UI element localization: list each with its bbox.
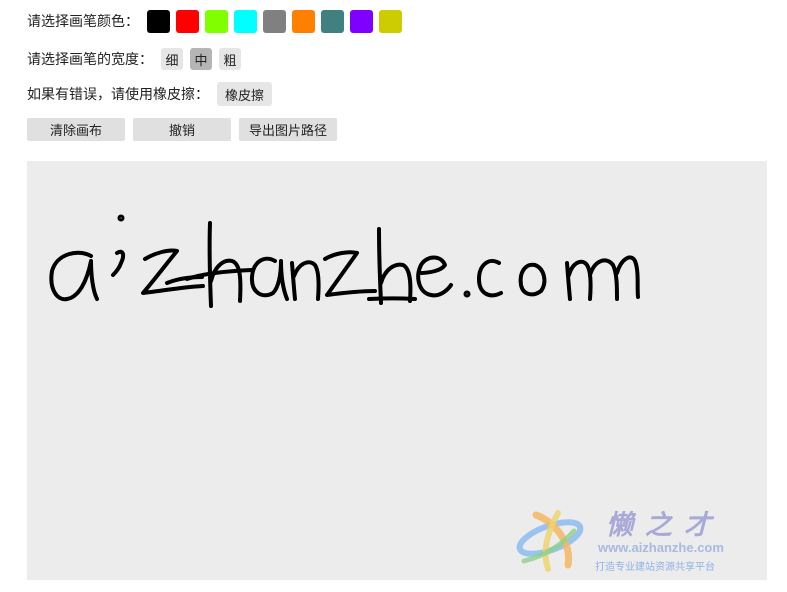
color-label: 请选择画笔颜色： <box>27 14 139 30</box>
watermark-url: www.aizhanzhe.com <box>598 540 724 555</box>
swatch-lime[interactable] <box>205 9 228 33</box>
swatch-teal[interactable] <box>321 9 344 33</box>
handwriting-strokes <box>49 214 640 308</box>
width-medium-button[interactable]: 中 <box>190 48 212 70</box>
clear-canvas-button[interactable]: 清除画布 <box>27 117 125 141</box>
swatch-gray[interactable] <box>263 9 286 33</box>
width-thin-button[interactable]: 细 <box>161 48 183 70</box>
export-image-path-button[interactable]: 导出图片路径 <box>239 117 337 141</box>
watermark-logo-icon <box>516 510 584 572</box>
watermark-title: 懒之才 <box>606 510 723 541</box>
undo-button[interactable]: 撤销 <box>133 117 231 141</box>
eraser-row: 如果有错误，请使用橡皮擦： 橡皮擦 <box>27 82 273 106</box>
swatch-black[interactable] <box>147 9 170 33</box>
color-picker-row: 请选择画笔颜色： <box>27 9 402 33</box>
swatch-olive-yellow[interactable] <box>379 9 402 33</box>
swatch-orange[interactable] <box>292 9 315 33</box>
eraser-button[interactable]: 橡皮擦 <box>217 82 273 106</box>
watermark: 懒之才 www.aizhanzhe.com 打造专业建站资源共享平台 <box>514 501 759 576</box>
swatch-purple[interactable] <box>350 9 373 33</box>
watermark-subtitle: 打造专业建站资源共享平台 <box>595 562 715 573</box>
action-row: 清除画布 撤销 导出图片路径 <box>27 117 345 141</box>
swatch-red[interactable] <box>176 9 199 33</box>
width-picker-row: 请选择画笔的宽度： 细 中 粗 <box>27 47 241 71</box>
width-buttons: 细 中 粗 <box>161 48 241 70</box>
swatch-cyan[interactable] <box>234 9 257 33</box>
color-swatches <box>147 9 402 33</box>
width-thick-button[interactable]: 粗 <box>219 48 241 70</box>
eraser-label: 如果有错误，请使用橡皮擦： <box>27 87 209 103</box>
drawing-canvas[interactable]: 懒之才 www.aizhanzhe.com 打造专业建站资源共享平台 <box>27 161 767 580</box>
width-label: 请选择画笔的宽度： <box>27 52 153 68</box>
